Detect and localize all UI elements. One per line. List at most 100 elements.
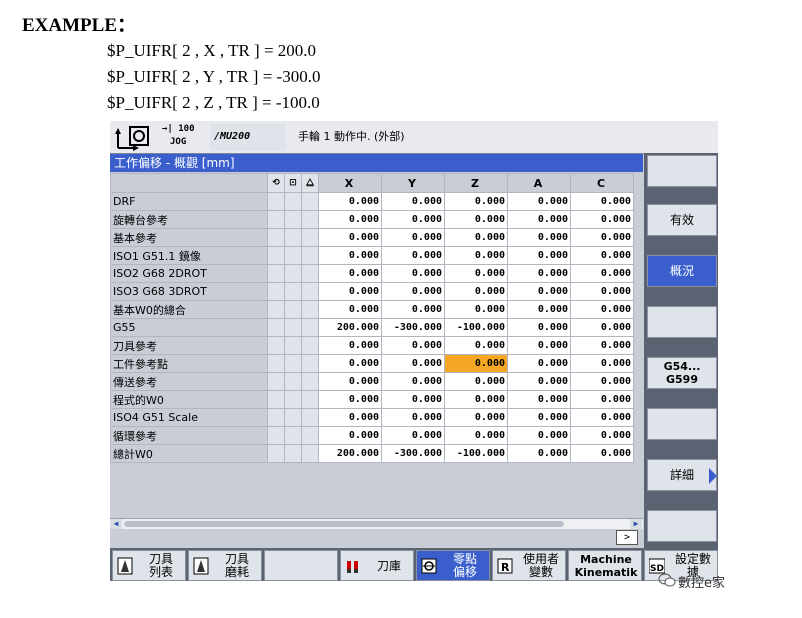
- value-cell[interactable]: 0.000: [381, 192, 445, 211]
- softkey-tool-wear[interactable]: 刀具 磨耗: [188, 550, 262, 581]
- scroll-thumb[interactable]: [124, 521, 564, 527]
- vsoftkey-details[interactable]: 詳細: [647, 459, 717, 491]
- softkey-magazine[interactable]: 刀庫: [340, 550, 414, 581]
- value-cell[interactable]: 0.000: [570, 354, 634, 373]
- value-cell[interactable]: 0.000: [507, 354, 571, 373]
- table-row[interactable]: 程式的W0 0.000 0.000 0.000 0.000 0.000: [110, 390, 634, 409]
- horizontal-scrollbar[interactable]: ◀ ▶: [110, 518, 643, 529]
- value-cell[interactable]: -300.000: [381, 444, 445, 463]
- value-cell[interactable]: 200.000: [318, 444, 382, 463]
- value-cell[interactable]: 0.000: [444, 264, 508, 283]
- value-cell[interactable]: 0.000: [381, 336, 445, 355]
- value-cell[interactable]: 0.000: [318, 300, 382, 319]
- table-row[interactable]: ISO3 G68 3DROT 0.000 0.000 0.000 0.000 0.000: [110, 282, 634, 301]
- value-cell[interactable]: 0.000: [570, 444, 634, 463]
- vsoftkey-g54-g599[interactable]: G54... G599: [647, 357, 717, 389]
- table-row[interactable]: ISO4 G51 Scale 0.000 0.000 0.000 0.000 0.000: [110, 408, 634, 427]
- vsoftkey-8[interactable]: [647, 510, 717, 542]
- table-row[interactable]: ISO1 G51.1 鏡像 0.000 0.000 0.000 0.000 0.000: [110, 246, 634, 265]
- value-cell[interactable]: 200.000: [318, 318, 382, 337]
- value-cell[interactable]: 0.000: [318, 192, 382, 211]
- vsoftkey-active[interactable]: 有效: [647, 204, 717, 236]
- value-cell[interactable]: 0.000: [381, 228, 445, 247]
- value-cell[interactable]: 0.000: [318, 354, 382, 373]
- table-row[interactable]: 傳送參考 0.000 0.000 0.000 0.000 0.000: [110, 372, 634, 391]
- value-cell[interactable]: 0.000: [318, 228, 382, 247]
- table-row[interactable]: 刀具參考 0.000 0.000 0.000 0.000 0.000: [110, 336, 634, 355]
- table-row[interactable]: 旋轉台參考 0.000 0.000 0.000 0.000 0.000: [110, 210, 634, 229]
- value-cell[interactable]: 0.000: [381, 354, 445, 373]
- value-cell[interactable]: 0.000: [381, 264, 445, 283]
- value-cell[interactable]: 0.000: [507, 228, 571, 247]
- value-cell[interactable]: 0.000: [381, 246, 445, 265]
- value-cell[interactable]: 0.000: [507, 300, 571, 319]
- value-cell[interactable]: 0.000: [381, 390, 445, 409]
- softkey-work-offset[interactable]: 零點 偏移: [416, 550, 490, 581]
- value-cell[interactable]: 0.000: [444, 372, 508, 391]
- value-cell[interactable]: 0.000: [381, 300, 445, 319]
- value-cell[interactable]: 0.000: [570, 426, 634, 445]
- value-cell[interactable]: 0.000: [507, 336, 571, 355]
- vsoftkey-1[interactable]: [647, 155, 717, 187]
- value-cell[interactable]: 0.000: [570, 264, 634, 283]
- vsoftkey-4[interactable]: [647, 306, 717, 338]
- value-cell[interactable]: 0.000: [507, 192, 571, 211]
- table-row[interactable]: 工件參考點 0.000 0.000 0.000 0.000 0.000: [110, 354, 634, 373]
- scroll-left-icon[interactable]: ◀: [110, 519, 122, 529]
- vsoftkey-overview[interactable]: 概況: [647, 255, 717, 287]
- value-cell[interactable]: 0.000: [570, 246, 634, 265]
- softkey-tool-list[interactable]: 刀具 列表: [112, 550, 186, 581]
- value-cell[interactable]: 0.000: [318, 336, 382, 355]
- table-row[interactable]: 循環參考 0.000 0.000 0.000 0.000 0.000: [110, 426, 634, 445]
- value-cell[interactable]: -100.000: [444, 318, 508, 337]
- value-cell[interactable]: 0.000: [318, 282, 382, 301]
- table-row[interactable]: ISO2 G68 2DROT 0.000 0.000 0.000 0.000 0.000: [110, 264, 634, 283]
- value-cell[interactable]: 0.000: [318, 210, 382, 229]
- table-row[interactable]: G55 200.000 -300.000 -100.000 0.000 0.000: [110, 318, 634, 337]
- value-cell[interactable]: 0.000: [444, 408, 508, 427]
- value-cell[interactable]: -300.000: [381, 318, 445, 337]
- value-cell[interactable]: 0.000: [444, 354, 508, 373]
- value-cell[interactable]: 0.000: [381, 282, 445, 301]
- value-cell[interactable]: 0.000: [318, 372, 382, 391]
- value-cell[interactable]: 0.000: [507, 426, 571, 445]
- value-cell[interactable]: 0.000: [444, 336, 508, 355]
- value-cell[interactable]: 0.000: [570, 318, 634, 337]
- value-cell[interactable]: 0.000: [318, 264, 382, 283]
- value-cell[interactable]: 0.000: [507, 318, 571, 337]
- softkey-user-variables[interactable]: R 使用者 變數: [492, 550, 566, 581]
- value-cell[interactable]: 0.000: [570, 192, 634, 211]
- value-cell[interactable]: 0.000: [318, 408, 382, 427]
- value-cell[interactable]: 0.000: [381, 426, 445, 445]
- value-cell[interactable]: 0.000: [570, 228, 634, 247]
- vsoftkey-6[interactable]: [647, 408, 717, 440]
- value-cell[interactable]: 0.000: [507, 408, 571, 427]
- scroll-right-icon[interactable]: ▶: [630, 519, 642, 529]
- value-cell[interactable]: 0.000: [318, 246, 382, 265]
- value-cell[interactable]: 0.000: [381, 372, 445, 391]
- table-row[interactable]: 總計W0 200.000 -300.000 -100.000 0.000 0.000: [110, 444, 634, 463]
- value-cell[interactable]: 0.000: [444, 282, 508, 301]
- value-cell[interactable]: 0.000: [570, 372, 634, 391]
- value-cell[interactable]: 0.000: [444, 390, 508, 409]
- table-row[interactable]: 基本參考 0.000 0.000 0.000 0.000 0.000: [110, 228, 634, 247]
- value-cell[interactable]: 0.000: [318, 390, 382, 409]
- value-cell[interactable]: 0.000: [507, 444, 571, 463]
- value-cell[interactable]: 0.000: [507, 264, 571, 283]
- softkey-empty[interactable]: [264, 550, 338, 581]
- value-cell[interactable]: 0.000: [507, 282, 571, 301]
- value-cell[interactable]: 0.000: [444, 228, 508, 247]
- value-cell[interactable]: 0.000: [444, 210, 508, 229]
- value-cell[interactable]: 0.000: [570, 210, 634, 229]
- value-cell[interactable]: 0.000: [507, 390, 571, 409]
- value-cell[interactable]: 0.000: [318, 426, 382, 445]
- value-cell[interactable]: 0.000: [570, 300, 634, 319]
- value-cell[interactable]: 0.000: [570, 336, 634, 355]
- more-softkeys-icon[interactable]: >: [616, 530, 638, 545]
- value-cell[interactable]: 0.000: [381, 408, 445, 427]
- softkey-machine-kinematik[interactable]: Machine Kinematik: [568, 550, 642, 581]
- value-cell[interactable]: 0.000: [444, 246, 508, 265]
- value-cell[interactable]: 0.000: [444, 192, 508, 211]
- value-cell[interactable]: 0.000: [444, 426, 508, 445]
- value-cell[interactable]: 0.000: [507, 210, 571, 229]
